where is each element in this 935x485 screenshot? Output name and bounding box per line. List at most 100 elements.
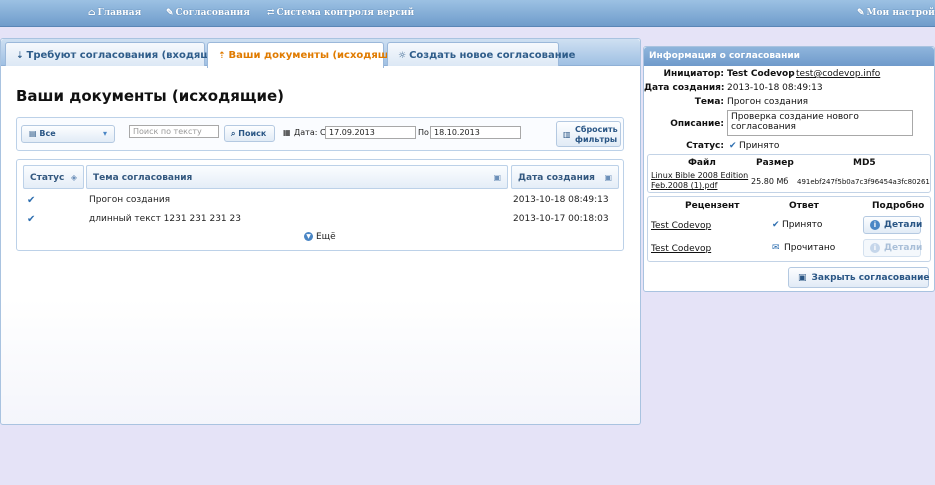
reset-filters-button[interactable]: ▥ Сбросить фильтры	[556, 121, 621, 147]
tag-icon: ◈	[70, 173, 77, 182]
initiator-email-link[interactable]: test@codevop.info	[796, 69, 880, 79]
initiator-label: Инициатор:	[663, 69, 724, 79]
download-icon: ⇣	[16, 51, 24, 61]
info-icon: i	[870, 220, 880, 230]
tab-create-label: Создать новое согласование	[409, 50, 576, 61]
status-select[interactable]: ▤ Все ▾	[21, 125, 115, 143]
tab-outgoing[interactable]: ⇡ Ваши документы (исходящие)	[207, 42, 407, 68]
topic-label: Тема:	[694, 97, 724, 107]
tab-incoming-label: Требуют согласования (входящие)	[26, 50, 230, 61]
column-status-label: Статус	[30, 173, 65, 183]
documents-panel: ⇣ Требуют согласования (входящие) ⇡ Ваши д…	[0, 38, 641, 425]
row-subject: длинный текст 1231 231 231 23	[89, 214, 241, 224]
check-icon: ✔	[729, 141, 737, 151]
created-value: 2013-10-18 08:49:13	[727, 83, 823, 93]
arrows-icon: ⇄	[267, 8, 275, 18]
tab-create[interactable]: ☼ Создать новое согласование	[387, 42, 575, 66]
files-column-md5: MD5	[853, 158, 876, 168]
documents-table: Статус ◈ Тема согласования ▣ Дата создан…	[16, 159, 624, 251]
document-icon: ▤	[29, 129, 37, 138]
calendar-icon: ▦	[283, 128, 291, 137]
nav-vcs-label: Система контроля версий	[276, 8, 415, 18]
nav-approvals-link[interactable]: ✎ Согласования	[166, 8, 250, 22]
date-to-field[interactable]	[430, 126, 521, 139]
home-icon: ⌂	[88, 8, 96, 18]
reviewer-answer: Принято	[782, 220, 823, 230]
created-label: Дата создания:	[644, 83, 725, 93]
status-select-value: Все	[39, 129, 56, 138]
top-navigation-bar: ⌂ Главная ✎ Согласования ⇄ Система контроля…	[0, 0, 935, 27]
column-header-date[interactable]: Дата создания ▣	[511, 165, 619, 189]
nav-settings-label: Мои настройки	[866, 8, 935, 18]
reset-filters-label-1: Сбросить	[575, 125, 618, 134]
search-button[interactable]: ⌕ Поиск	[224, 125, 275, 142]
reviewers-column-details: Подробно	[872, 201, 925, 211]
date-from-field[interactable]	[325, 126, 416, 139]
status-value: Принято	[739, 141, 780, 151]
nav-vcs-link[interactable]: ⇄ Система контроля версий	[267, 8, 414, 22]
file-name-line1: Linux Bible 2008 Edition	[651, 171, 749, 180]
file-link[interactable]: Linux Bible 2008 Edition Feb.2008 (1).pd…	[651, 171, 748, 191]
search-icon: ⌕	[231, 129, 236, 138]
nav-settings-link[interactable]: ✎Мои настройки	[857, 8, 935, 22]
reviewer-name-link[interactable]: Test Codevop	[651, 244, 711, 254]
info-icon: i	[870, 243, 880, 253]
tab-incoming[interactable]: ⇣ Требуют согласования (входящие)	[5, 42, 230, 66]
column-header-status[interactable]: Статус ◈	[23, 165, 84, 189]
check-icon: ✔	[772, 220, 780, 230]
close-approval-button[interactable]: ▣ Закрыть согласование	[788, 267, 930, 288]
description-box: Проверка создание нового согласования	[727, 110, 913, 136]
initiator-comma: ,	[790, 69, 793, 79]
chevron-down-icon: ▼	[304, 232, 313, 241]
details-button[interactable]: i Детали	[863, 216, 923, 234]
tab-outgoing-label: Ваши документы (исходящие)	[228, 50, 408, 61]
upload-icon: ⇡	[218, 51, 226, 61]
details-button-label: Детали	[884, 220, 923, 230]
details-button-disabled: i Детали	[863, 239, 923, 257]
nav-home-link[interactable]: ⌂ Главная	[88, 8, 141, 22]
reviewer-name-link[interactable]: Test Codevop	[651, 221, 711, 231]
files-table: Файл Размер MD5 Linux Bible 2008 Edition…	[647, 154, 931, 193]
file-size: 25.80 Мб	[751, 177, 789, 186]
nav-home-label: Главная	[97, 8, 142, 18]
chevron-down-icon: ▾	[102, 129, 107, 138]
sort-icon: ▣	[604, 173, 612, 182]
status-label: Статус:	[686, 141, 724, 151]
date-from-label: Дата: С	[294, 128, 326, 137]
approval-info-panel: Информация о согласовании Инициатор: Tes…	[643, 46, 935, 292]
search-button-label: Поиск	[238, 129, 267, 138]
filter-bar: ▤ Все ▾ ⌕ Поиск ▦ Дата: С По ▥ Сбросить …	[16, 117, 624, 151]
topic-value: Прогон создания	[727, 97, 809, 107]
envelope-icon: ✉	[772, 243, 780, 253]
nav-approvals-label: Согласования	[175, 8, 250, 18]
files-column-size: Размер	[756, 158, 794, 168]
accepted-check-icon: ✔	[27, 214, 36, 225]
trash-icon: ▥	[563, 130, 571, 139]
pencil-icon: ✎	[166, 8, 174, 18]
accepted-check-icon: ✔	[27, 195, 36, 206]
row-subject: Прогон создания	[89, 195, 171, 205]
lock-icon: ▣	[798, 273, 807, 283]
page-title: Ваши документы (исходящие)	[16, 87, 284, 105]
file-name-line2: Feb.2008 (1).pdf	[651, 181, 718, 190]
reviewer-answer: Прочитано	[784, 243, 836, 253]
tabs-bar: ⇣ Требуют согласования (входящие) ⇡ Ваши д…	[1, 39, 640, 68]
row-date: 2013-10-18 08:49:13	[513, 195, 609, 205]
column-header-subject[interactable]: Тема согласования ▣	[86, 165, 508, 189]
details-button-label: Детали	[884, 243, 923, 253]
description-label: Описание:	[670, 119, 724, 129]
date-to-label: По	[418, 128, 429, 137]
row-date: 2013-10-17 00:18:03	[513, 214, 609, 224]
search-input[interactable]	[129, 125, 219, 138]
load-more-label: Ещё	[316, 232, 336, 242]
reviewers-table: Рецензент Ответ Подробно Test Codevop ✔ …	[647, 196, 931, 262]
load-more-link[interactable]: ▼ Ещё	[304, 232, 336, 242]
column-date-label: Дата создания	[518, 173, 595, 183]
files-column-file: Файл	[688, 158, 716, 168]
file-md5: 491ebf247f5b0a7c3f96454a3fc80261	[797, 178, 930, 186]
approval-info-header: Информация о согласовании	[644, 47, 934, 66]
lightbulb-icon: ☼	[398, 51, 407, 61]
reset-filters-label-2: фильтры	[575, 135, 618, 144]
reviewers-column-name: Рецензент	[685, 201, 740, 211]
close-approval-label: Закрыть согласование	[811, 273, 930, 283]
